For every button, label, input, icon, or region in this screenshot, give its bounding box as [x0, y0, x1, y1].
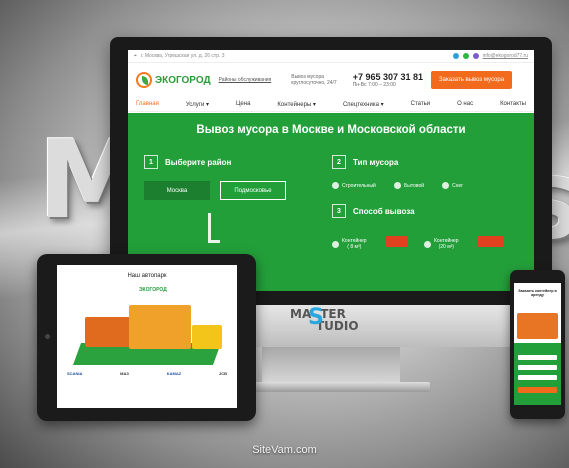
- tablet-device: Наш автопарк ЭКОГОРОД SCANIA МАЗ KAMAZ J…: [37, 254, 256, 421]
- site-logo[interactable]: ЭКОГОРОД: [136, 72, 211, 88]
- truck-maz: [129, 305, 191, 349]
- phone-input-field[interactable]: [518, 355, 557, 360]
- step-1-number: 1: [144, 155, 158, 169]
- brand-scania: SCANIA: [67, 371, 83, 376]
- nav-home[interactable]: Главная: [136, 101, 159, 107]
- radio-circle-icon: [442, 182, 449, 189]
- container-8-image: [386, 236, 408, 247]
- phone-title: Заказать контейнер в аренду: [518, 289, 557, 297]
- nav-containers[interactable]: Контейнеры ▾: [277, 101, 316, 108]
- phone-number[interactable]: +7 965 307 31 81: [353, 72, 423, 82]
- radio-circle-icon: [332, 182, 339, 189]
- step-2: 2 Тип мусора: [332, 155, 398, 169]
- phone-submit-button[interactable]: [518, 387, 557, 393]
- phone-input-field[interactable]: [518, 375, 557, 380]
- location-icon: ⌖: [134, 53, 137, 59]
- region-link[interactable]: Районы обслуживания: [219, 77, 272, 83]
- district-suburbs-button[interactable]: Подмосковье: [220, 181, 286, 200]
- working-hours: Пн-Вс 7:00 – 23:00: [352, 82, 396, 88]
- tablet-camera-icon: [45, 334, 50, 339]
- radio-container-8[interactable]: Контейнер( 8 м³): [332, 238, 367, 250]
- radio-household-label: Бытовой: [404, 182, 425, 189]
- radio-circle-icon: [332, 240, 339, 248]
- radio-circle-icon: [424, 240, 431, 248]
- master-studio-logo: MA TER TUDIO S: [290, 305, 359, 333]
- radio-circle-icon: [394, 182, 401, 189]
- phone-device: Заказать контейнер в аренду: [510, 270, 565, 419]
- tablet-logo: ЭКОГОРОД: [139, 287, 167, 293]
- loader-jcb: [192, 325, 222, 349]
- monitor-base: [232, 382, 430, 392]
- email-link[interactable]: info@ekogorod77.ru: [483, 53, 528, 59]
- service-note: Вывоз мусора круглосуточно, 24/7: [291, 74, 336, 86]
- phone-form-section: [514, 343, 561, 405]
- step-2-number: 2: [332, 155, 346, 169]
- viber-icon[interactable]: [472, 53, 479, 59]
- radio-container-20[interactable]: Контейнер (20 м³): [424, 238, 459, 250]
- radio-household[interactable]: Бытовой: [394, 182, 424, 189]
- main-nav: Главная Услуги ▾ Цена Контейнеры ▾ Спецт…: [128, 97, 534, 112]
- step-3-number: 3: [332, 204, 346, 218]
- nav-machinery-label: Спецтехника: [342, 101, 379, 108]
- step-3-label: Способ вывоза: [353, 206, 415, 216]
- container-20-size: (20 м³): [438, 244, 454, 250]
- brand-s: S: [308, 305, 324, 330]
- nav-contacts[interactable]: Контакты: [500, 101, 526, 107]
- monitor-stand: [262, 347, 400, 383]
- loader-illustration: [208, 213, 220, 243]
- radio-construction[interactable]: Строительный: [332, 182, 376, 189]
- container-20-label: Контейнер (20 м³): [434, 238, 459, 250]
- nav-services[interactable]: Услуги ▾: [186, 101, 209, 108]
- radio-snow[interactable]: Снег: [442, 182, 463, 189]
- chevron-down-icon: ▾: [380, 101, 384, 108]
- fleet-brands: SCANIA МАЗ KAMAZ JCB: [67, 371, 227, 376]
- truck-scania: [85, 317, 131, 347]
- container-20-image: [478, 236, 504, 247]
- step-1-label: Выберите район: [165, 157, 232, 167]
- container-8-label: Контейнер( 8 м³): [342, 238, 367, 250]
- chevron-down-icon: ▾: [312, 101, 316, 108]
- step-1: 1 Выберите район: [144, 155, 231, 169]
- district-moscow-button[interactable]: Москва: [144, 181, 210, 200]
- whatsapp-icon[interactable]: [462, 53, 469, 59]
- step-2-label: Тип мусора: [353, 157, 399, 167]
- watermark-text: SiteVam.com: [252, 444, 317, 456]
- nav-services-label: Услуги: [185, 101, 205, 108]
- phone-screen: Заказать контейнер в аренду: [514, 283, 561, 405]
- nav-machinery[interactable]: Спецтехника ▾: [343, 101, 384, 108]
- service-note-line2: круглосуточно, 24/7: [291, 80, 337, 86]
- step-3: 3 Способ вывоза: [332, 204, 415, 218]
- radio-construction-label: Строительный: [342, 182, 376, 189]
- container-8-size: ( 8 м³): [347, 244, 362, 250]
- site-header: ЭКОГОРОД Районы обслуживания Вывоз мусор…: [128, 63, 534, 97]
- phone-truck-image: [517, 313, 558, 339]
- nav-containers-label: Контейнеры: [277, 101, 312, 108]
- nav-articles[interactable]: Статьи: [411, 101, 430, 107]
- logo-text: ЭКОГОРОД: [155, 74, 211, 86]
- contact-block: +7 965 307 31 81 Пн-Вс 7:00 – 23:00: [353, 72, 423, 88]
- telegram-icon[interactable]: [452, 53, 459, 59]
- chevron-down-icon: ▾: [205, 101, 209, 108]
- nav-price[interactable]: Цена: [236, 101, 250, 107]
- radio-snow-label: Снег: [452, 182, 463, 189]
- nav-about[interactable]: О нас: [457, 101, 473, 107]
- hero-title: Вывоз мусора в Москве и Московской облас…: [196, 124, 466, 136]
- phone-input-field[interactable]: [518, 365, 557, 370]
- order-removal-button[interactable]: Заказать вывоз мусора: [431, 71, 513, 89]
- tablet-screen: Наш автопарк ЭКОГОРОД SCANIA МАЗ KAMAZ J…: [57, 265, 237, 408]
- leaf-logo-icon: [136, 72, 152, 88]
- brand-maz: МАЗ: [120, 371, 129, 376]
- fleet-title: Наш автопарк: [127, 273, 167, 279]
- site-topbar: ⌖ г. Москва, Угрешская ул. д. 26 стр. 3 …: [128, 50, 534, 63]
- address-text: г. Москва, Угрешская ул. д. 26 стр. 3: [140, 53, 225, 59]
- brand-jcb: JCB: [218, 371, 227, 376]
- brand-kamaz: KAMAZ: [166, 371, 182, 376]
